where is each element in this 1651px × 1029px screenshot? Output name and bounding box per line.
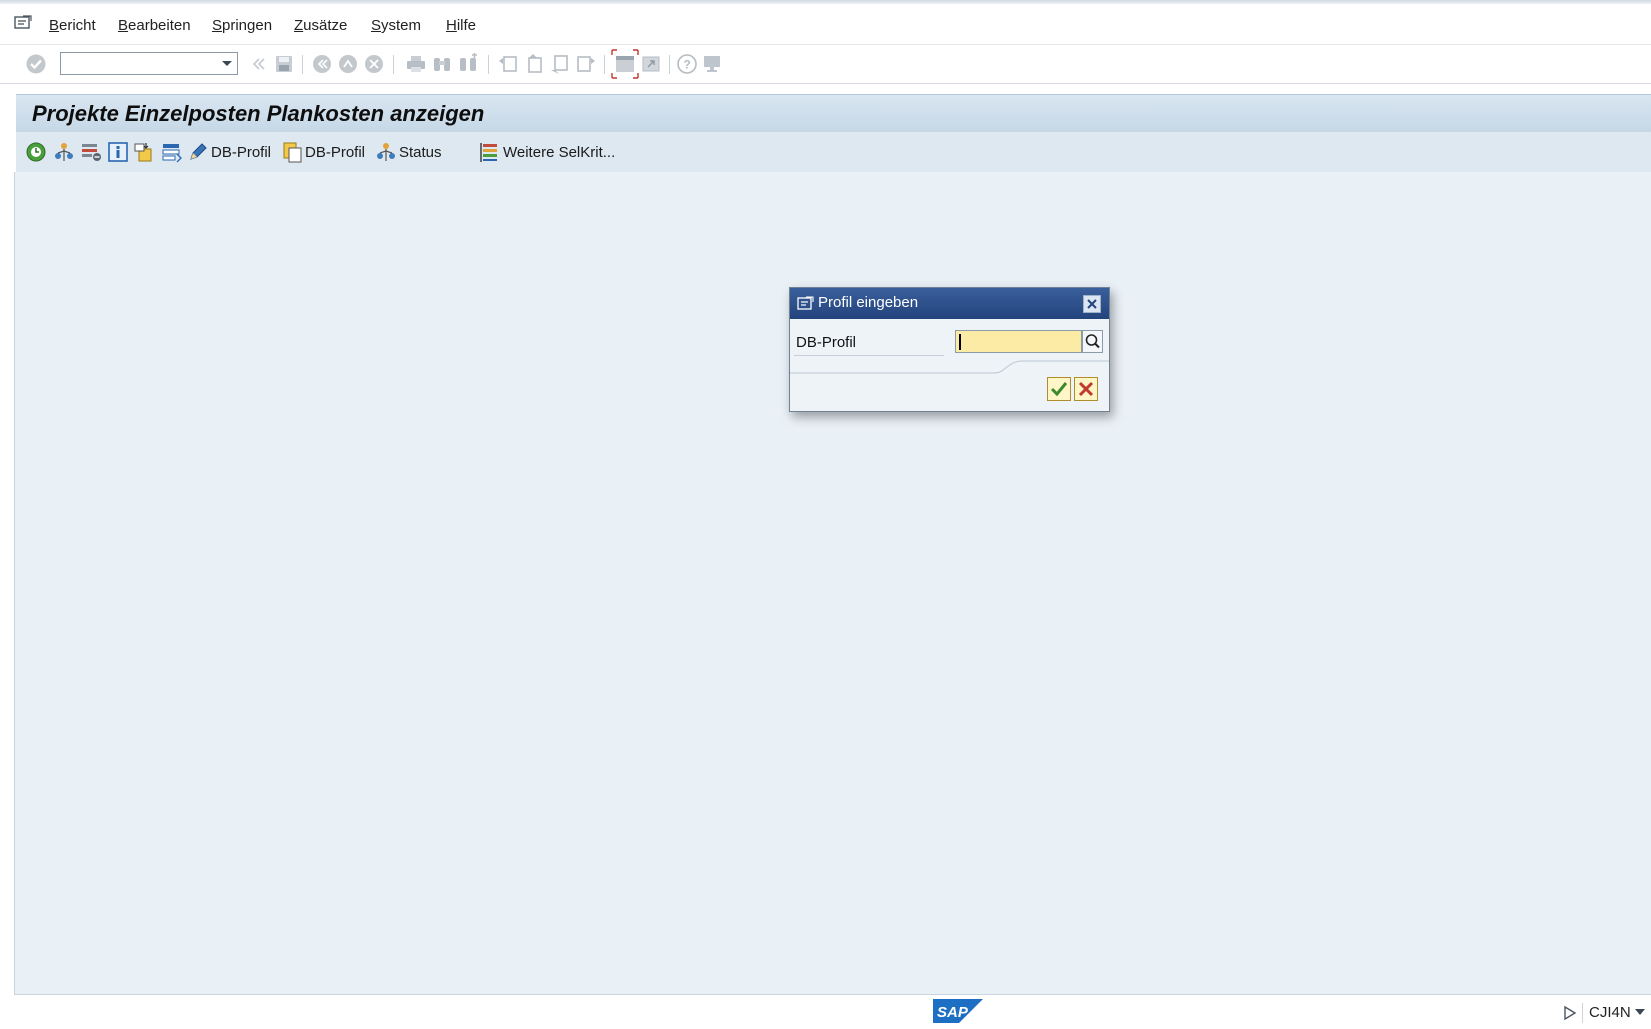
get-variant-button[interactable] xyxy=(133,140,155,164)
delete-selection-button[interactable] xyxy=(80,140,102,164)
execute-icon xyxy=(26,142,46,162)
menu-icon[interactable] xyxy=(14,15,32,31)
profile-copy-icon xyxy=(283,142,302,163)
hierarchy-icon xyxy=(55,143,73,161)
menu-bar: Bericht Bearbeiten Springen Zusätze Syst… xyxy=(0,4,1651,45)
find-icon[interactable] xyxy=(431,53,453,75)
create-session-icon[interactable] xyxy=(611,49,639,79)
hierarchy-button[interactable] xyxy=(53,140,75,164)
dialog-divider xyxy=(790,360,1109,374)
further-criteria-button[interactable]: Weitere SelKrit... xyxy=(479,140,615,164)
status-icon xyxy=(377,143,395,161)
further-criteria-label: Weitere SelKrit... xyxy=(503,143,616,161)
db-profile-label: DB-Profil xyxy=(305,143,366,161)
toolbar-separator xyxy=(393,55,394,74)
svg-text:SAP: SAP xyxy=(937,1004,969,1021)
selection-options-icon xyxy=(162,144,182,163)
pencil-icon xyxy=(190,143,207,160)
command-dropdown-icon[interactable] xyxy=(220,56,234,70)
dialog-header: Profil eingeben xyxy=(790,288,1109,319)
toolbar-separator xyxy=(488,55,489,74)
get-variant-icon xyxy=(134,143,152,162)
menu-bearbeiten[interactable]: Bearbeiten xyxy=(118,17,191,34)
status-button[interactable]: Status xyxy=(375,140,442,164)
further-criteria-icon xyxy=(480,143,497,162)
delete-selection-icon xyxy=(82,144,101,161)
toolbar-separator xyxy=(302,55,303,74)
help-icon[interactable]: ? xyxy=(676,53,698,75)
menu-bericht[interactable]: Bericht xyxy=(49,17,96,34)
db-profile-edit-button[interactable]: DB-Profil xyxy=(187,140,271,164)
dialog-icon xyxy=(797,296,814,310)
save-icon[interactable] xyxy=(273,53,295,75)
cancel-icon[interactable] xyxy=(363,53,385,75)
sap-logo: SAP xyxy=(933,999,983,1023)
toolbar-separator xyxy=(669,55,670,74)
page-title: Projekte Einzelposten Plankosten anzeige… xyxy=(32,101,485,126)
menu-system[interactable]: System xyxy=(371,17,421,34)
chevron-down-icon[interactable] xyxy=(1635,1007,1645,1017)
command-field[interactable] xyxy=(60,52,238,75)
transaction-code[interactable]: CJI4N xyxy=(1589,1004,1631,1021)
toolbar-separator xyxy=(604,55,605,74)
dialog-body: DB-Profil xyxy=(790,319,1109,411)
print-icon[interactable] xyxy=(405,53,427,75)
db-profile-field-label: DB-Profil xyxy=(796,334,857,351)
db-profile-edit-label: DB-Profil xyxy=(211,143,272,161)
dialog-close-button[interactable] xyxy=(1083,295,1101,313)
svg-text:?: ? xyxy=(684,58,691,72)
system-toolbar: ? xyxy=(0,45,1651,84)
title-bar: Projekte Einzelposten Plankosten anzeige… xyxy=(16,94,1651,133)
info-icon xyxy=(108,142,128,162)
first-page-icon[interactable] xyxy=(497,53,519,75)
last-page-icon[interactable] xyxy=(575,53,597,75)
footer-separator xyxy=(1582,1003,1583,1023)
customize-layout-icon[interactable] xyxy=(701,53,723,75)
value-help-button[interactable] xyxy=(1082,330,1103,353)
cancel-x-icon xyxy=(1078,381,1094,397)
info-button[interactable] xyxy=(107,140,129,164)
application-toolbar: DB-Profil DB-Profil Status Weitere SelKr… xyxy=(16,132,1651,173)
status-bar: SAP CJI4N xyxy=(0,995,1651,1029)
confirm-button[interactable] xyxy=(1047,377,1071,401)
checkmark-icon xyxy=(1050,382,1068,397)
find-next-icon[interactable] xyxy=(457,53,479,75)
db-profile-button[interactable]: DB-Profil xyxy=(281,140,365,164)
close-icon xyxy=(1087,299,1097,309)
enter-icon[interactable] xyxy=(25,53,47,75)
selection-options-button[interactable] xyxy=(160,140,182,164)
cancel-button[interactable] xyxy=(1074,377,1098,401)
text-cursor xyxy=(959,334,961,350)
back-green-icon[interactable] xyxy=(311,53,333,75)
menu-springen[interactable]: Springen xyxy=(212,17,272,34)
execute-button[interactable] xyxy=(25,140,47,164)
play-icon[interactable] xyxy=(1563,1005,1577,1021)
search-icon xyxy=(1085,334,1100,349)
exit-icon[interactable] xyxy=(337,53,359,75)
status-label: Status xyxy=(399,143,442,161)
back-icon[interactable] xyxy=(247,53,269,75)
dialog-title: Profil eingeben xyxy=(818,294,919,311)
profile-dialog: Profil eingeben DB-Profil xyxy=(789,287,1110,412)
next-page-icon[interactable] xyxy=(549,53,571,75)
menu-hilfe[interactable]: Hilfe xyxy=(446,17,476,34)
db-profile-input[interactable] xyxy=(955,330,1082,353)
previous-page-icon[interactable] xyxy=(523,53,545,75)
field-underline xyxy=(794,355,944,356)
menu-zusaetze[interactable]: Zusätze xyxy=(294,17,347,34)
shortcut-icon[interactable] xyxy=(640,53,662,75)
